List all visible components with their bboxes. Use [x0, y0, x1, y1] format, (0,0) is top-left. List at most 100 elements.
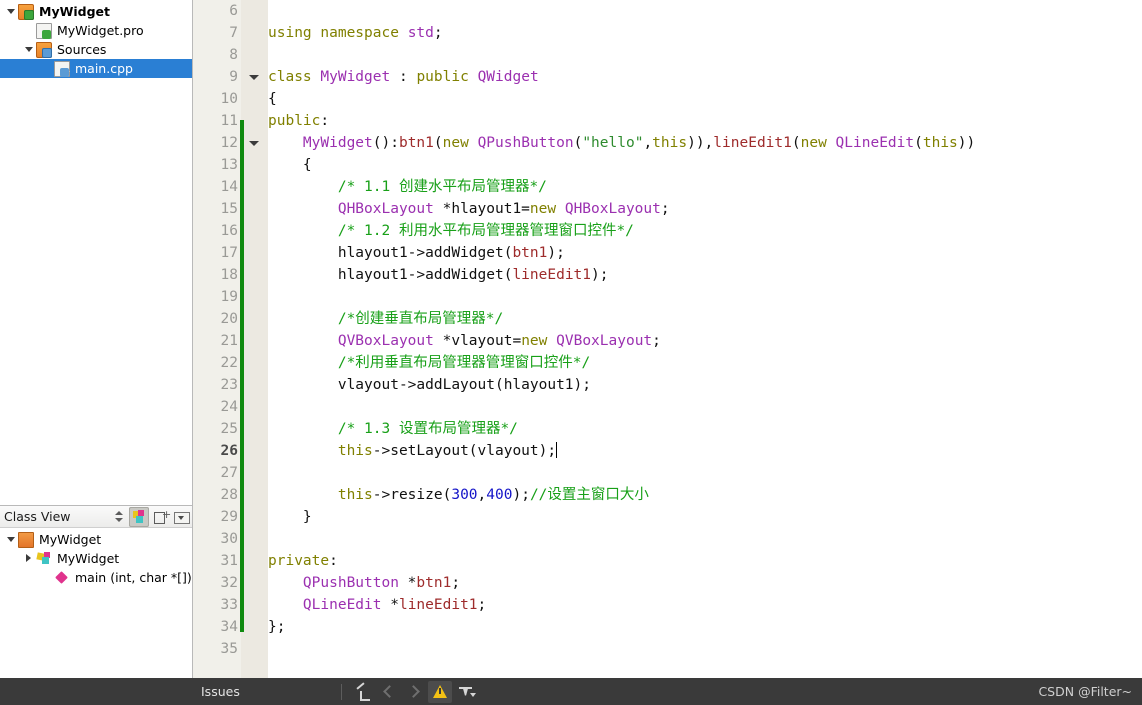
code-line[interactable]: 22 /*利用垂直布局管理器管理窗口控件*/ — [193, 352, 1142, 374]
line-number: 16 — [220, 223, 238, 239]
code-editor[interactable]: 6 7 using namespace std; 8 9 class MyWidget :… — [193, 0, 1142, 678]
line-number: 11 — [220, 113, 238, 129]
chevron-down-icon[interactable] — [4, 530, 18, 549]
token-plain: ( — [433, 135, 443, 151]
class-view-tree[interactable]: MyWidget MyWidget main (int, char *[]) — [0, 528, 192, 587]
class-item-main-int-char-[interactable]: main (int, char *[]) — [0, 568, 192, 587]
fold-toggle-icon[interactable] — [248, 66, 260, 88]
code-line[interactable]: 11 public: — [193, 110, 1142, 132]
class-item-mywidget[interactable]: MyWidget — [0, 549, 192, 568]
line-number: 23 — [220, 377, 238, 393]
token-kw: this — [337, 487, 373, 503]
code-line[interactable]: 21 QVBoxLayout *vlayout=new QVBoxLayout; — [193, 330, 1142, 352]
status-bar-separator — [341, 683, 342, 700]
code-line[interactable]: 13 { — [193, 154, 1142, 176]
qt-creator-window: Qt MyWidget Qt MyWidget.pro C+ Sources C+ main.… — [0, 0, 1142, 705]
line-number: 18 — [220, 267, 238, 283]
class-view-header: Class View — [0, 506, 192, 528]
view-menu-button[interactable] — [171, 507, 191, 527]
token-kw: new — [521, 333, 548, 349]
code-line[interactable]: 28 this->resize(300,400);//设置主窗口大小 — [193, 484, 1142, 506]
token-str: "hello" — [582, 135, 644, 151]
expand-collapse-button[interactable] — [150, 507, 171, 527]
code-line[interactable]: 29 } — [193, 506, 1142, 528]
code-line[interactable]: 27 — [193, 462, 1142, 484]
project-item-mywidget-pro[interactable]: Qt MyWidget.pro — [0, 21, 192, 40]
warnings-filter-button[interactable] — [428, 680, 452, 703]
code-line[interactable]: 14 /* 1.1 创建水平布局管理器*/ — [193, 176, 1142, 198]
token-plain: ; — [451, 575, 461, 591]
token-mem: lineEdit1 — [512, 267, 592, 283]
code-line[interactable]: 23 vlayout->addLayout(hlayout1); — [193, 374, 1142, 396]
code-line[interactable]: 17 hlayout1->addWidget(btn1); — [193, 242, 1142, 264]
code-line[interactable]: 15 QHBoxLayout *hlayout1=new QHBoxLayout… — [193, 198, 1142, 220]
code-line[interactable]: 10 { — [193, 88, 1142, 110]
code-line[interactable]: 6 — [193, 0, 1142, 22]
code-line[interactable]: 34}; — [193, 616, 1142, 638]
token-cmt: /* 1.3 设置布局管理器*/ — [337, 421, 518, 437]
issues-status-bar: Issues CSDN @Filter~ — [0, 678, 1142, 705]
code-line[interactable]: 18 hlayout1->addWidget(lineEdit1); — [193, 264, 1142, 286]
token-mem: btn1 — [416, 575, 452, 591]
code-line[interactable]: 30 — [193, 528, 1142, 550]
sort-updown-button[interactable] — [108, 507, 128, 527]
next-issue-button[interactable] — [402, 681, 426, 703]
code-line[interactable]: 16 /* 1.2 利用水平布局管理器管理窗口控件*/ — [193, 220, 1142, 242]
line-number: 26 — [220, 443, 238, 459]
project-item-sources[interactable]: C+ Sources — [0, 40, 192, 59]
code-line[interactable]: 33 QLineEdit *lineEdit1; — [193, 594, 1142, 616]
code-line[interactable]: 19 — [193, 286, 1142, 308]
project-tree[interactable]: Qt MyWidget Qt MyWidget.pro C+ Sources C+ main.… — [0, 0, 192, 505]
code-line[interactable]: 12 MyWidget():btn1(new QPushButton("hell… — [193, 132, 1142, 154]
folder-icon — [18, 531, 34, 548]
warning-icon-exclamation — [439, 687, 441, 694]
code-line[interactable]: 32 QPushButton *btn1; — [193, 572, 1142, 594]
code-line[interactable]: 24 — [193, 396, 1142, 418]
line-number: 15 — [220, 201, 238, 217]
watermark-label: CSDN @Filter~ — [1038, 684, 1132, 699]
code-text: this->setLayout(vlayout); — [268, 440, 558, 462]
class-view-pane: Class View MyWidget MyWidget main (int, ch… — [0, 505, 192, 678]
code-line[interactable]: 9 class MyWidget : public QWidget — [193, 66, 1142, 88]
class-item-label: main (int, char *[]) — [75, 570, 192, 585]
token-kw: public — [268, 113, 321, 129]
chevron-right-icon[interactable] — [22, 549, 36, 568]
code-text: this->resize(300,400);//设置主窗口大小 — [268, 484, 649, 506]
token-plain: { — [268, 91, 277, 107]
code-line[interactable]: 8 — [193, 44, 1142, 66]
chevron-down-icon[interactable] — [22, 40, 36, 59]
issues-tab[interactable]: Issues — [193, 684, 333, 699]
token-mem: btn1 — [398, 135, 434, 151]
chevron-down-icon[interactable] — [4, 2, 18, 21]
code-lines[interactable]: 6 7 using namespace std; 8 9 class MyWidget :… — [193, 0, 1142, 678]
clear-issues-button[interactable] — [350, 681, 374, 703]
code-line[interactable]: 26 this->setLayout(vlayout); — [193, 440, 1142, 462]
code-line[interactable]: 20 /*创建垂直布局管理器*/ — [193, 308, 1142, 330]
filter-menu-button[interactable] — [454, 681, 478, 703]
project-item-main-cpp[interactable]: C+ main.cpp — [0, 59, 192, 78]
class-filter-button[interactable] — [129, 506, 149, 527]
code-line[interactable]: 35 — [193, 638, 1142, 660]
code-line[interactable]: 25 /* 1.3 设置布局管理器*/ — [193, 418, 1142, 440]
code-line[interactable]: 7 using namespace std; — [193, 22, 1142, 44]
fold-toggle-icon[interactable] — [248, 132, 260, 154]
class-item-mywidget[interactable]: MyWidget — [0, 530, 192, 549]
token-type: QHBoxLayout — [337, 201, 434, 217]
code-line[interactable]: 31 private: — [193, 550, 1142, 572]
previous-issue-button[interactable] — [376, 681, 400, 703]
cpp-badge: C+ — [42, 49, 53, 57]
qt-project-folder-icon: Qt — [18, 3, 34, 20]
project-item-mywidget[interactable]: Qt MyWidget — [0, 2, 192, 21]
line-number: 31 — [220, 553, 238, 569]
token-plain: vlayout->addLayout(hlayout1); — [268, 377, 592, 393]
